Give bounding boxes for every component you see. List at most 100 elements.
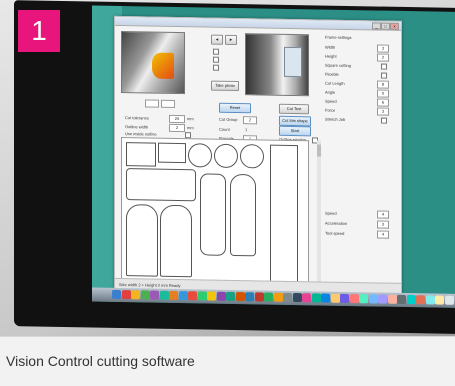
cut-group-input[interactable]: 2 (243, 116, 257, 125)
dock-app-icon[interactable] (216, 291, 226, 301)
dock-app-icon[interactable] (378, 294, 387, 304)
cut-tolerance-input[interactable]: 20 (169, 114, 185, 124)
minimize-icon[interactable]: _ (372, 22, 381, 30)
dock-app-icon[interactable] (292, 293, 302, 303)
camera-preview-right[interactable] (245, 33, 309, 97)
frame-setting-input-5[interactable]: 0 (377, 89, 389, 98)
shape-rect-large[interactable] (126, 168, 196, 202)
dock-app-icon[interactable] (121, 290, 131, 300)
machine-setting-label-2: Tool speed (325, 230, 345, 236)
dock-app-icon[interactable] (207, 291, 216, 301)
count-value: 1 (245, 127, 248, 133)
frame-setting-input-4[interactable]: 8 (377, 80, 389, 89)
cut-tolerance-label: Cut tolerance (125, 115, 149, 121)
camera-preview-left[interactable] (121, 31, 185, 95)
option-checkbox-3[interactable] (213, 64, 219, 71)
window-titlebar: _ □ × (115, 16, 401, 31)
dock-app-icon[interactable] (235, 292, 245, 302)
shape-arch-1[interactable] (126, 204, 158, 277)
machine-setting-input-0[interactable]: 4 (377, 210, 389, 219)
photo: _ □ × ◄ ► Take photo Cut tolerance 20 mm… (0, 0, 455, 336)
dock-app-icon[interactable] (283, 292, 292, 303)
dock-app-icon[interactable] (226, 291, 235, 302)
dock-app-icon[interactable] (321, 293, 330, 303)
dock-app-icon[interactable] (406, 295, 416, 305)
machine-setting-input-2[interactable]: 4 (377, 230, 389, 239)
dock-app-icon[interactable] (349, 294, 359, 304)
take-photo-button[interactable]: Take photo (211, 80, 239, 92)
frame-setting-input-1[interactable]: 2 (377, 53, 389, 62)
shape-library-pane[interactable] (121, 137, 309, 291)
scrollbar-thumb[interactable] (317, 144, 321, 157)
dock-app-icon[interactable] (197, 291, 207, 301)
dock-app-icon[interactable] (150, 290, 159, 300)
shape-tall-3[interactable] (270, 144, 298, 288)
app-window: _ □ × ◄ ► Take photo Cut tolerance 20 mm… (114, 15, 402, 295)
dock-app-icon[interactable] (131, 290, 140, 300)
shape-tall-2[interactable] (230, 173, 256, 257)
dock-app-icon[interactable] (397, 294, 406, 304)
prev-button[interactable]: ◄ (211, 34, 223, 45)
dock-app-icon[interactable] (425, 295, 435, 305)
dock-app-icon[interactable] (302, 293, 311, 303)
dock-app-icon[interactable] (178, 291, 188, 301)
dock-app-icon[interactable] (435, 295, 444, 305)
dock-app-icon[interactable] (330, 293, 340, 303)
dock-app-icon[interactable] (264, 292, 273, 302)
next-button[interactable]: ► (225, 34, 237, 46)
dock-app-icon[interactable] (112, 289, 121, 300)
shape-list-scrollbar[interactable] (317, 140, 321, 289)
frame-settings-title: Frame settings (325, 34, 352, 41)
option-checkbox-1[interactable] (213, 48, 219, 55)
status-text: Size width 2 + Height 2 mm Ready (119, 281, 181, 289)
dock-app-icon[interactable] (416, 295, 425, 305)
dock-app-icon[interactable] (169, 290, 178, 301)
reset-button[interactable]: Reset (219, 102, 251, 114)
shape-rect-small[interactable] (126, 142, 156, 167)
dock-app-icon[interactable] (273, 292, 283, 302)
frame-setting-label-7: Force (325, 107, 336, 113)
shape-arch-2[interactable] (160, 204, 192, 278)
outline-width-input[interactable]: 2 (169, 123, 185, 133)
dock-app-icon[interactable] (311, 293, 321, 303)
dock-app-icon[interactable] (245, 292, 254, 302)
shape-circle-2[interactable] (214, 143, 238, 169)
detected-object (284, 46, 302, 78)
close-icon[interactable]: × (390, 22, 399, 30)
cut-tolerance-unit: mm (187, 116, 194, 122)
frame-setting-label-3: Flexible (325, 71, 339, 77)
frame-setting-checkbox-8[interactable] (381, 117, 387, 124)
dock-app-icon[interactable] (368, 294, 378, 304)
dock-app-icon[interactable] (444, 295, 454, 305)
shape-circle-3[interactable] (240, 144, 264, 169)
frame-setting-input-7[interactable]: 3 (377, 107, 389, 116)
zoom-field-2[interactable] (161, 99, 175, 108)
shape-circle-1[interactable] (188, 143, 212, 168)
shape-rect-rounded[interactable] (158, 142, 186, 164)
frame-setting-input-0[interactable]: 3 (377, 44, 389, 53)
dock-app-icon[interactable] (340, 293, 349, 303)
option-checkbox-2[interactable] (213, 56, 219, 63)
cut-test-button[interactable]: Cut Test (279, 103, 309, 115)
caption-bar: Vision Control cutting software (0, 336, 455, 386)
zoom-field-1[interactable] (145, 99, 159, 108)
frame-setting-label-2: Square cutting (325, 62, 351, 69)
frame-setting-checkbox-2[interactable] (381, 63, 387, 70)
machine-setting-label-1: Acceleration (325, 220, 348, 226)
frame-setting-input-6[interactable]: 6 (377, 98, 389, 107)
dock-app-icon[interactable] (359, 294, 368, 304)
dock-app-icon[interactable] (188, 291, 197, 301)
dock-app-icon[interactable] (140, 290, 150, 300)
dock-app-icon[interactable] (387, 294, 397, 304)
dock-app-icon[interactable] (159, 290, 169, 300)
maximize-icon[interactable]: □ (381, 22, 390, 30)
start-button[interactable]: Start (279, 125, 311, 137)
dock-app-icon[interactable] (254, 292, 264, 302)
cut-this-shape-button[interactable]: Cut this shape (279, 115, 311, 127)
frame-setting-checkbox-3[interactable] (381, 72, 387, 79)
shape-tall-1[interactable] (200, 173, 226, 256)
inside-outline-label: Use inside outline (125, 131, 157, 137)
frame-setting-label-5: Angle (325, 89, 336, 95)
cut-group-label: Cut Group (219, 116, 238, 123)
machine-setting-input-1[interactable]: 3 (377, 220, 389, 229)
